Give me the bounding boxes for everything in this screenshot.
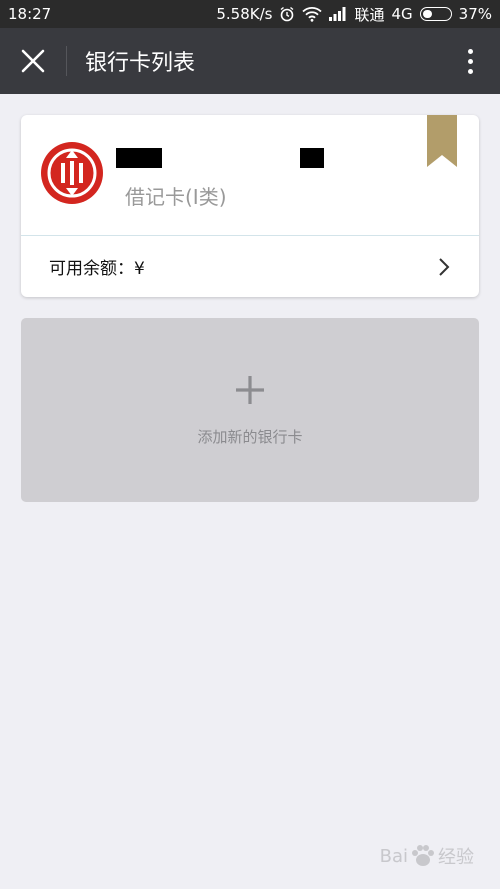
bookmark-icon: [427, 115, 457, 167]
page-title: 银行卡列表: [85, 51, 196, 76]
card-type: 借记卡(I类): [125, 185, 227, 209]
status-bar: 18:27 5.58K/s 联通 4G 37%: [0, 0, 500, 28]
add-bank-card-button[interactable]: 添加新的银行卡: [21, 318, 479, 502]
bank-card-item[interactable]: 借记卡(I类) 可用余额：¥: [21, 115, 479, 297]
app-bar-divider: [66, 46, 67, 76]
app-bar: 银行卡列表: [0, 28, 500, 94]
watermark-suffix: 经验: [438, 847, 474, 868]
more-vert-icon: [467, 48, 473, 54]
more-options-button[interactable]: [440, 28, 500, 94]
carrier-name: 联通: [354, 5, 385, 24]
network-type: 4G: [391, 5, 413, 23]
add-card-label: 添加新的银行卡: [197, 428, 303, 446]
network-speed: 5.58K/s: [216, 5, 273, 23]
battery-percent: 37%: [458, 5, 492, 23]
available-balance: 可用余额：¥: [49, 259, 145, 279]
status-icons: 5.58K/s 联通 4G 37%: [216, 4, 492, 25]
alarm-icon: [281, 6, 294, 22]
redacted-card-name: [116, 148, 162, 168]
status-time: 18:27: [8, 5, 52, 23]
chevron-right-icon: [439, 257, 450, 276]
close-icon: [21, 49, 45, 73]
watermark-prefix: Bai: [379, 845, 408, 867]
baidu-jingyan-watermark: Bai 经验: [380, 843, 474, 869]
signal-icon: [329, 7, 346, 21]
battery-icon: [419, 7, 452, 21]
redacted-card-number: [300, 148, 324, 168]
citic-bank-logo: [41, 142, 103, 204]
close-button[interactable]: [0, 28, 66, 94]
card-header: 借记卡(I类): [21, 115, 479, 235]
card-balance-row[interactable]: 可用余额：¥: [21, 236, 479, 297]
paw-icon: [412, 845, 434, 866]
plus-icon: [236, 376, 264, 404]
wifi-icon: [302, 7, 323, 22]
